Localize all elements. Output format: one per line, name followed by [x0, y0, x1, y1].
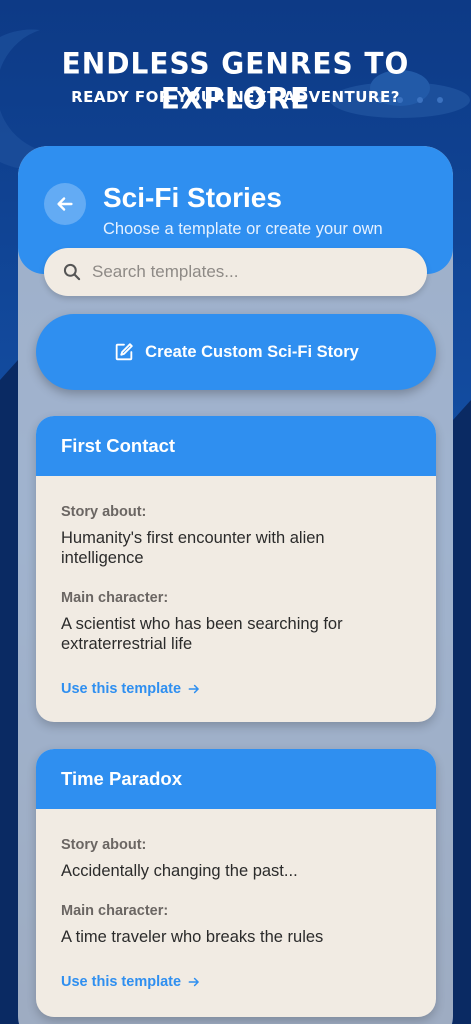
arrow-left-icon — [57, 197, 73, 211]
use-template-link[interactable]: Use this template — [61, 974, 201, 990]
template-card-time-paradox[interactable]: Time Paradox Story about: Accidentally c… — [36, 749, 436, 1017]
app-frame: Sci-Fi Stories Choose a template or crea… — [18, 146, 453, 1024]
character-label: Main character: — [61, 590, 169, 606]
card-title: First Contact — [36, 416, 436, 476]
use-template-label: Use this template — [61, 681, 182, 697]
use-template-link[interactable]: Use this template — [61, 681, 201, 697]
search-icon — [63, 263, 81, 281]
search-bar[interactable] — [44, 248, 427, 296]
create-button-label: Create Custom Sci-Fi Story — [145, 342, 359, 361]
template-card-first-contact[interactable]: First Contact Story about: Humanity's fi… — [36, 416, 436, 722]
page-subtitle: Choose a template or create your own — [103, 220, 383, 238]
back-button[interactable] — [44, 183, 86, 225]
search-input[interactable] — [92, 262, 392, 282]
use-template-label: Use this template — [61, 974, 182, 990]
character-label: Main character: — [61, 903, 169, 919]
story-value: Accidentally changing the past... — [61, 862, 298, 880]
character-value: A scientist who has been searching for e… — [61, 615, 343, 653]
promo-subline: Ready for your next adventure? — [71, 88, 400, 106]
card-title: Time Paradox — [36, 749, 436, 809]
arrow-right-icon — [188, 684, 199, 694]
story-value: Humanity's first encounter with alien in… — [61, 529, 325, 567]
story-label: Story about: — [61, 504, 147, 520]
arrow-right-icon — [188, 977, 199, 987]
page-title: Sci-Fi Stories — [103, 182, 282, 213]
story-label: Story about: — [61, 837, 147, 853]
character-value: A time traveler who breaks the rules — [61, 928, 324, 946]
create-custom-story-button[interactable]: Create Custom Sci-Fi Story — [36, 314, 436, 390]
edit-icon — [115, 343, 133, 361]
